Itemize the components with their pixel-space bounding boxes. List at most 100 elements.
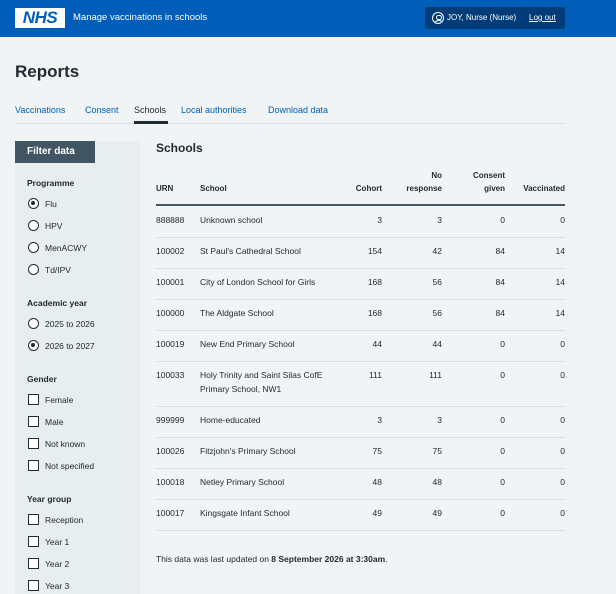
cell-no-response: 75 xyxy=(432,446,442,456)
filter-title: Filter data xyxy=(15,141,95,163)
column-header-consent-line2: given xyxy=(484,184,505,193)
cell-consent-given: 0 xyxy=(500,477,505,487)
row-divider xyxy=(156,468,565,469)
cell-vaccinated: 0 xyxy=(560,477,565,487)
cell-vaccinated: 14 xyxy=(555,277,565,287)
service-name[interactable]: Manage vaccinations in schools xyxy=(73,12,207,24)
tab-schools[interactable]: Schools xyxy=(134,104,166,116)
option-label: Year 2 xyxy=(45,559,70,569)
page-title: Reports xyxy=(15,62,80,81)
last-updated-suffix: . xyxy=(385,554,388,564)
checkbox-not-specified[interactable] xyxy=(28,460,39,471)
row-divider xyxy=(156,437,565,438)
cell-school: Kingsgate Infant School xyxy=(200,508,290,518)
cell-cohort: 168 xyxy=(367,308,382,318)
cell-no-response: 111 xyxy=(429,370,442,380)
cell-no-response: 49 xyxy=(432,508,442,518)
last-updated-date: 8 September 2026 at 3:30am xyxy=(271,554,386,564)
cell-vaccinated: 0 xyxy=(560,339,565,349)
cell-consent-given: 84 xyxy=(495,246,505,256)
radio-menacwy[interactable] xyxy=(28,242,39,253)
row-divider xyxy=(156,406,565,407)
cell-urn: 999999 xyxy=(156,415,185,425)
option-label: Year 3 xyxy=(45,581,70,591)
cell-urn: 100000 xyxy=(156,308,185,318)
cell-urn: 100019 xyxy=(156,339,185,349)
option-label: 2025 to 2026 xyxy=(45,319,95,329)
column-header-school: School xyxy=(200,184,227,193)
cell-vaccinated: 0 xyxy=(560,446,565,456)
cell-no-response: 56 xyxy=(432,277,442,287)
radio-2025-to-2026[interactable] xyxy=(28,318,39,329)
cell-consent-given: 84 xyxy=(495,277,505,287)
cell-no-response: 3 xyxy=(437,415,442,425)
cell-urn: 888888 xyxy=(156,215,185,225)
cell-cohort: 44 xyxy=(372,339,382,349)
radio-2026-to-2027[interactable] xyxy=(28,340,39,351)
column-header-consent-line1: Consent xyxy=(473,171,505,180)
last-updated-text: This data was last updated on xyxy=(156,554,272,564)
option-label: Female xyxy=(45,395,74,405)
column-header-cohort: Cohort xyxy=(355,184,382,193)
user-icon xyxy=(432,12,444,24)
option-label: 2026 to 2027 xyxy=(45,341,95,351)
filter-panel: Filter data Programme Flu HPV MenACWY Td… xyxy=(15,141,140,594)
row-divider xyxy=(156,237,565,238)
tab-consent[interactable]: Consent xyxy=(85,104,119,116)
checkbox-not-known[interactable] xyxy=(28,438,39,449)
cell-vaccinated: 0 xyxy=(560,370,565,380)
checkbox-year-3[interactable] xyxy=(28,580,39,591)
cell-vaccinated: 0 xyxy=(560,215,565,225)
cell-vaccinated: 14 xyxy=(555,246,565,256)
cell-cohort: 49 xyxy=(372,508,382,518)
row-divider xyxy=(156,299,565,300)
cell-cohort: 48 xyxy=(372,477,382,487)
cell-no-response: 48 xyxy=(432,477,442,487)
row-divider xyxy=(156,330,565,331)
cell-vaccinated: 14 xyxy=(555,308,565,318)
cell-urn: 100018 xyxy=(156,477,185,487)
checkbox-year-2[interactable] xyxy=(28,558,39,569)
option-label: Flu xyxy=(45,199,57,209)
checkbox-year-1[interactable] xyxy=(28,536,39,547)
account-bar: JOY, Nurse (Nurse) Log out xyxy=(425,7,565,29)
header-bar: NHS Manage vaccinations in schools JOY, … xyxy=(0,0,616,37)
cell-cohort: 75 xyxy=(372,446,382,456)
academic-year-label: Academic year xyxy=(27,298,88,308)
radio-tdipv[interactable] xyxy=(28,264,39,275)
option-label: Td/IPV xyxy=(45,265,71,275)
cell-consent-given: 0 xyxy=(500,446,505,456)
cell-consent-given: 0 xyxy=(500,215,505,225)
column-header-no-response-line2: response xyxy=(406,184,442,193)
tab-vaccinations[interactable]: Vaccinations xyxy=(15,104,65,116)
cell-consent-given: 84 xyxy=(495,308,505,318)
radio-flu[interactable] xyxy=(28,198,39,209)
cell-no-response: 3 xyxy=(437,215,442,225)
cell-school: Unknown school xyxy=(200,215,263,225)
row-divider xyxy=(156,499,565,500)
cell-cohort: 154 xyxy=(367,246,382,256)
cell-no-response: 42 xyxy=(432,246,442,256)
cell-no-response: 56 xyxy=(432,308,442,318)
cell-urn: 100001 xyxy=(156,277,185,287)
row-divider xyxy=(156,530,565,531)
logout-link[interactable]: Log out xyxy=(529,12,556,24)
gender-label: Gender xyxy=(27,374,57,384)
option-label: HPV xyxy=(45,221,63,231)
user-name: JOY, Nurse (Nurse) xyxy=(447,13,517,22)
option-label: Male xyxy=(45,417,64,427)
checkbox-reception[interactable] xyxy=(28,514,39,525)
row-divider xyxy=(156,361,565,362)
cell-school: The Aldgate School xyxy=(200,308,274,318)
nhs-logo[interactable]: NHS xyxy=(15,8,65,28)
tab-download-data[interactable]: Download data xyxy=(268,104,328,116)
cell-cohort: 111 xyxy=(369,370,382,380)
checkbox-female[interactable] xyxy=(28,394,39,405)
checkbox-male[interactable] xyxy=(28,416,39,427)
tab-local-authorities[interactable]: Local authorities xyxy=(181,104,247,116)
active-tab-indicator xyxy=(134,121,168,124)
cell-no-response: 44 xyxy=(432,339,442,349)
row-divider xyxy=(156,268,565,269)
cell-school: Primary School, NW1 xyxy=(200,384,282,394)
radio-hpv[interactable] xyxy=(28,220,39,231)
